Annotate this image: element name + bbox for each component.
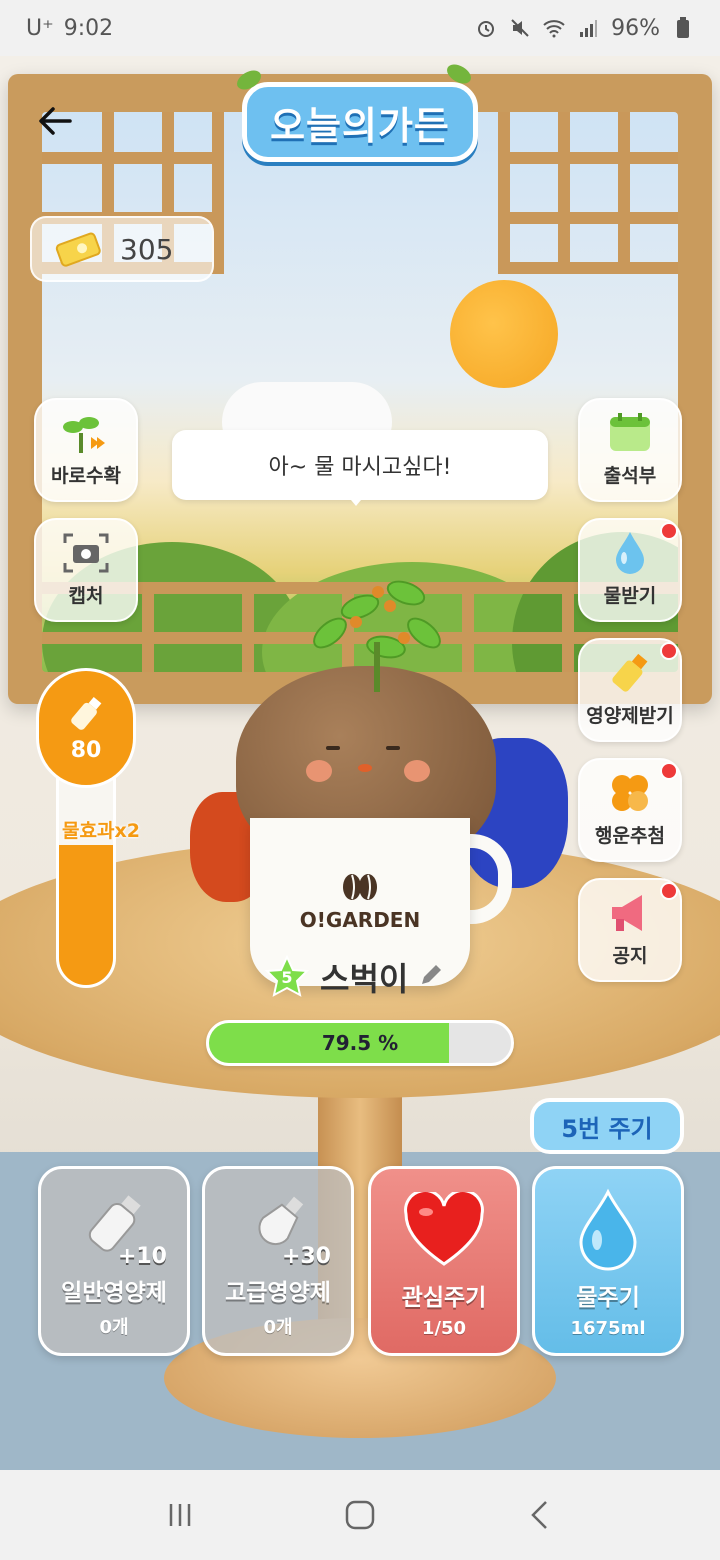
level-badge: 5 bbox=[264, 954, 310, 1000]
gauge-head: 80 bbox=[36, 668, 136, 788]
edit-pencil-icon[interactable] bbox=[418, 962, 444, 992]
notice-label: 공지 bbox=[612, 945, 648, 967]
progress-text: 79.5 % bbox=[321, 1031, 399, 1055]
notification-badge bbox=[660, 882, 678, 900]
cycle-label: 5번 주기 bbox=[561, 1114, 653, 1143]
signal-icon bbox=[577, 17, 599, 39]
give-attention-button[interactable]: 관심주기 1/50 bbox=[368, 1166, 520, 1356]
system-nav-bar bbox=[0, 1470, 720, 1560]
chevron-left-icon bbox=[531, 1501, 547, 1529]
megaphone-icon bbox=[612, 895, 642, 931]
action-title: 고급영양제 bbox=[225, 1280, 331, 1306]
action-title: 물주기 bbox=[576, 1285, 640, 1311]
gauge-fill bbox=[59, 844, 113, 985]
gauge-value: 80 bbox=[70, 737, 102, 763]
recent-apps-icon bbox=[169, 1504, 191, 1526]
coffee-bean-icon bbox=[343, 874, 377, 900]
nutrient-bottle-icon bbox=[71, 696, 102, 730]
water-drop-icon bbox=[616, 532, 644, 574]
water-effect-label: 물효과x2 bbox=[62, 820, 140, 842]
get-water-button[interactable]: 물받기 bbox=[578, 518, 682, 622]
nav-back-button[interactable] bbox=[510, 1485, 570, 1545]
calendar-icon bbox=[610, 413, 650, 451]
get-nutrient-label: 영양제받기 bbox=[586, 705, 674, 727]
lucky-draw-button[interactable]: 행운추첨 bbox=[578, 758, 682, 862]
capture-button[interactable]: 캡처 bbox=[34, 518, 138, 622]
alarm-icon bbox=[475, 17, 497, 39]
notice-button[interactable]: 공지 bbox=[578, 878, 682, 982]
recent-apps-button[interactable] bbox=[150, 1485, 210, 1545]
plus-amount: +30 bbox=[281, 1244, 331, 1269]
pot-brand: O!GARDEN bbox=[299, 908, 421, 932]
app-title: 오늘의가든 bbox=[270, 103, 450, 148]
coin-counter[interactable]: 305 bbox=[30, 216, 214, 282]
premium-nutrient-button[interactable]: +30 고급영양제 0개 bbox=[202, 1166, 354, 1356]
get-nutrient-button[interactable]: 영양제받기 bbox=[578, 638, 682, 742]
notification-badge bbox=[660, 762, 678, 780]
sprout-icon bbox=[63, 417, 105, 453]
attendance-label: 출석부 bbox=[603, 465, 657, 487]
status-bar: U⁺ 9:02 96% bbox=[0, 0, 720, 56]
attendance-button[interactable]: 출석부 bbox=[578, 398, 682, 502]
capture-label: 캡처 bbox=[68, 585, 104, 607]
water-plant-button[interactable]: 물주기 1675ml bbox=[532, 1166, 684, 1356]
back-arrow-icon bbox=[39, 107, 72, 135]
mute-icon bbox=[509, 17, 531, 39]
garden-scene: O!GARDEN 오늘의가든 305 바로수확 캡처 출석부 물받기 영양제받기… bbox=[0, 56, 720, 1470]
plus-amount: +10 bbox=[117, 1244, 167, 1269]
home-icon bbox=[345, 1500, 375, 1530]
back-button[interactable] bbox=[30, 96, 80, 146]
action-title: 일반영양제 bbox=[61, 1280, 167, 1306]
plant-name: 스벅이 bbox=[320, 960, 409, 998]
water-cycle-tag: 5번 주기 bbox=[530, 1098, 684, 1154]
action-count: 0개 bbox=[263, 1317, 293, 1338]
speech-text: 아~ 물 마시고싶다! bbox=[268, 455, 452, 480]
notification-badge bbox=[660, 522, 678, 540]
growth-progress-bar: 79.5 % bbox=[206, 1020, 514, 1066]
status-time: 9:02 bbox=[63, 15, 114, 41]
instant-harvest-button[interactable]: 바로수확 bbox=[34, 398, 138, 502]
battery-percent: 96% bbox=[611, 15, 660, 41]
nutrient-icon bbox=[612, 653, 648, 692]
action-count: 0개 bbox=[99, 1317, 129, 1338]
coin-value: 305 bbox=[120, 232, 174, 266]
get-water-label: 물받기 bbox=[603, 585, 657, 607]
app-title-logo: 오늘의가든 bbox=[242, 82, 478, 162]
carrier-label: U⁺ bbox=[26, 15, 54, 41]
action-count: 1/50 bbox=[421, 1318, 467, 1339]
water-drop-icon bbox=[579, 1188, 637, 1271]
action-count: 1675ml bbox=[570, 1318, 646, 1339]
action-title: 관심주기 bbox=[401, 1285, 487, 1311]
home-button[interactable] bbox=[330, 1485, 390, 1545]
notification-badge bbox=[660, 642, 678, 660]
camera-icon bbox=[63, 533, 109, 573]
heart-icon bbox=[404, 1192, 484, 1266]
speech-bubble: 아~ 물 마시고싶다! bbox=[172, 430, 548, 506]
instant-harvest-label: 바로수확 bbox=[51, 465, 121, 487]
battery-icon bbox=[672, 17, 694, 39]
basic-nutrient-button[interactable]: +10 일반영양제 0개 bbox=[38, 1166, 190, 1356]
plant-name-row: 5 스벅이 bbox=[264, 954, 444, 1000]
wifi-icon bbox=[543, 17, 565, 39]
level-value: 5 bbox=[281, 967, 293, 987]
clover-icon bbox=[612, 775, 648, 811]
ticket-icon bbox=[55, 232, 101, 267]
lucky-draw-label: 행운추첨 bbox=[595, 825, 665, 847]
